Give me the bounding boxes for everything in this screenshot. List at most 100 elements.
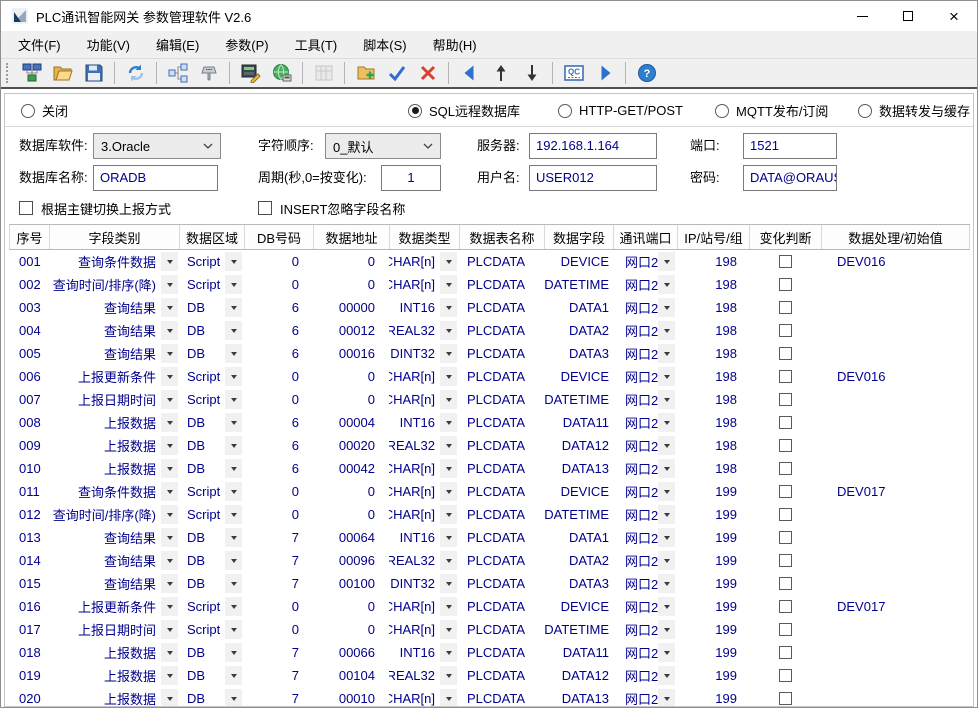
cell-address[interactable]: 0 bbox=[313, 388, 389, 411]
datatype-dropdown-button[interactable] bbox=[440, 643, 457, 662]
cell-db-no[interactable]: 0 bbox=[244, 365, 313, 388]
cell-datatype[interactable]: CHAR[n] bbox=[389, 595, 459, 618]
cell-category[interactable]: 上报数据 bbox=[49, 434, 179, 457]
cell-address[interactable]: 0 bbox=[313, 618, 389, 641]
cell-port[interactable]: 网口2 bbox=[613, 503, 677, 526]
change-checkbox[interactable] bbox=[779, 692, 792, 705]
area-dropdown-button[interactable] bbox=[225, 551, 242, 570]
cell-datatype[interactable]: INT16 bbox=[389, 641, 459, 664]
topology-icon[interactable] bbox=[163, 60, 192, 86]
cell-station[interactable]: 199 bbox=[677, 664, 749, 687]
port-dropdown-button[interactable] bbox=[658, 528, 675, 547]
cell-table-name[interactable]: PLCDATA bbox=[459, 296, 544, 319]
cell-port[interactable]: 网口2 bbox=[613, 250, 677, 273]
network-globe-icon[interactable] bbox=[267, 60, 296, 86]
cell-table-name[interactable]: PLCDATA bbox=[459, 365, 544, 388]
cell-db-no[interactable]: 6 bbox=[244, 342, 313, 365]
cell-db-no[interactable]: 6 bbox=[244, 434, 313, 457]
datatype-dropdown-button[interactable] bbox=[440, 252, 457, 271]
change-checkbox[interactable] bbox=[779, 508, 792, 521]
maximize-button[interactable] bbox=[885, 1, 931, 31]
cell-area[interactable]: Script bbox=[179, 388, 244, 411]
cell-category[interactable]: 上报数据 bbox=[49, 457, 179, 480]
category-dropdown-button[interactable] bbox=[161, 436, 178, 455]
cell-category[interactable]: 上报日期时间 bbox=[49, 388, 179, 411]
cell-station[interactable]: 199 bbox=[677, 641, 749, 664]
change-checkbox[interactable] bbox=[779, 531, 792, 544]
cell-init[interactable] bbox=[821, 503, 970, 526]
category-dropdown-button[interactable] bbox=[161, 390, 178, 409]
category-dropdown-button[interactable] bbox=[161, 505, 178, 524]
category-dropdown-button[interactable] bbox=[161, 321, 178, 340]
change-checkbox[interactable] bbox=[779, 554, 792, 567]
category-dropdown-button[interactable] bbox=[161, 482, 178, 501]
cell-field[interactable]: DATA13 bbox=[544, 457, 613, 480]
cell-field[interactable]: DATA11 bbox=[544, 641, 613, 664]
area-dropdown-button[interactable] bbox=[225, 275, 242, 294]
run-icon[interactable] bbox=[590, 60, 619, 86]
cell-category[interactable]: 上报更新条件 bbox=[49, 595, 179, 618]
area-dropdown-button[interactable] bbox=[225, 413, 242, 432]
port-dropdown-button[interactable] bbox=[658, 666, 675, 685]
cell-station[interactable]: 199 bbox=[677, 572, 749, 595]
area-dropdown-button[interactable] bbox=[225, 689, 242, 706]
cell-category[interactable]: 上报数据 bbox=[49, 641, 179, 664]
port-dropdown-button[interactable] bbox=[658, 643, 675, 662]
cell-area[interactable]: DB bbox=[179, 319, 244, 342]
change-checkbox[interactable] bbox=[779, 462, 792, 475]
cell-table-name[interactable]: PLCDATA bbox=[459, 411, 544, 434]
move-left-icon[interactable] bbox=[455, 60, 484, 86]
cell-address[interactable]: 00020 bbox=[313, 434, 389, 457]
port-dropdown-button[interactable] bbox=[658, 344, 675, 363]
cell-address[interactable]: 00004 bbox=[313, 411, 389, 434]
cell-port[interactable]: 网口2 bbox=[613, 273, 677, 296]
cell-address[interactable]: 00104 bbox=[313, 664, 389, 687]
cell-port[interactable]: 网口2 bbox=[613, 434, 677, 457]
qc-monitor-icon[interactable]: QC bbox=[559, 60, 588, 86]
server-input[interactable]: 192.168.1.164 bbox=[529, 133, 657, 159]
menu-function[interactable]: 功能(V) bbox=[74, 31, 143, 58]
cell-address[interactable]: 00012 bbox=[313, 319, 389, 342]
datatype-dropdown-button[interactable] bbox=[440, 597, 457, 616]
menu-edit[interactable]: 编辑(E) bbox=[143, 31, 212, 58]
cell-field[interactable]: DATETIME bbox=[544, 388, 613, 411]
datatype-dropdown-button[interactable] bbox=[440, 459, 457, 478]
menu-params[interactable]: 参数(P) bbox=[212, 31, 281, 58]
cell-area[interactable]: DB bbox=[179, 687, 244, 706]
cell-datatype[interactable]: CHAR[n] bbox=[389, 503, 459, 526]
area-dropdown-button[interactable] bbox=[225, 620, 242, 639]
cell-table-name[interactable]: PLCDATA bbox=[459, 342, 544, 365]
cell-station[interactable]: 199 bbox=[677, 618, 749, 641]
cell-init[interactable] bbox=[821, 641, 970, 664]
cell-table-name[interactable]: PLCDATA bbox=[459, 250, 544, 273]
move-up-icon[interactable] bbox=[486, 60, 515, 86]
area-dropdown-button[interactable] bbox=[225, 666, 242, 685]
cell-area[interactable]: DB bbox=[179, 457, 244, 480]
cell-init[interactable] bbox=[821, 342, 970, 365]
datatype-dropdown-button[interactable] bbox=[440, 551, 457, 570]
category-dropdown-button[interactable] bbox=[161, 574, 178, 593]
cell-table-name[interactable]: PLCDATA bbox=[459, 664, 544, 687]
change-checkbox[interactable] bbox=[779, 485, 792, 498]
menu-help[interactable]: 帮助(H) bbox=[420, 31, 490, 58]
area-dropdown-button[interactable] bbox=[225, 344, 242, 363]
area-dropdown-button[interactable] bbox=[225, 390, 242, 409]
cell-area[interactable]: Script bbox=[179, 480, 244, 503]
port-dropdown-button[interactable] bbox=[658, 436, 675, 455]
port-dropdown-button[interactable] bbox=[658, 298, 675, 317]
primary-key-switch-checkbox[interactable]: 根据主键切换上报方式 bbox=[19, 197, 171, 219]
change-checkbox[interactable] bbox=[779, 255, 792, 268]
db-software-select[interactable]: 3.Oracle bbox=[93, 133, 221, 159]
cell-address[interactable]: 00042 bbox=[313, 457, 389, 480]
change-checkbox[interactable] bbox=[779, 324, 792, 337]
cell-init[interactable] bbox=[821, 273, 970, 296]
cell-field[interactable]: DATA11 bbox=[544, 411, 613, 434]
category-dropdown-button[interactable] bbox=[161, 298, 178, 317]
cell-field[interactable]: DATA2 bbox=[544, 319, 613, 342]
cell-port[interactable]: 网口2 bbox=[613, 388, 677, 411]
port-dropdown-button[interactable] bbox=[658, 620, 675, 639]
area-dropdown-button[interactable] bbox=[225, 597, 242, 616]
area-dropdown-button[interactable] bbox=[225, 459, 242, 478]
cell-init[interactable]: DEV016 bbox=[821, 365, 970, 388]
cell-db-no[interactable]: 0 bbox=[244, 618, 313, 641]
